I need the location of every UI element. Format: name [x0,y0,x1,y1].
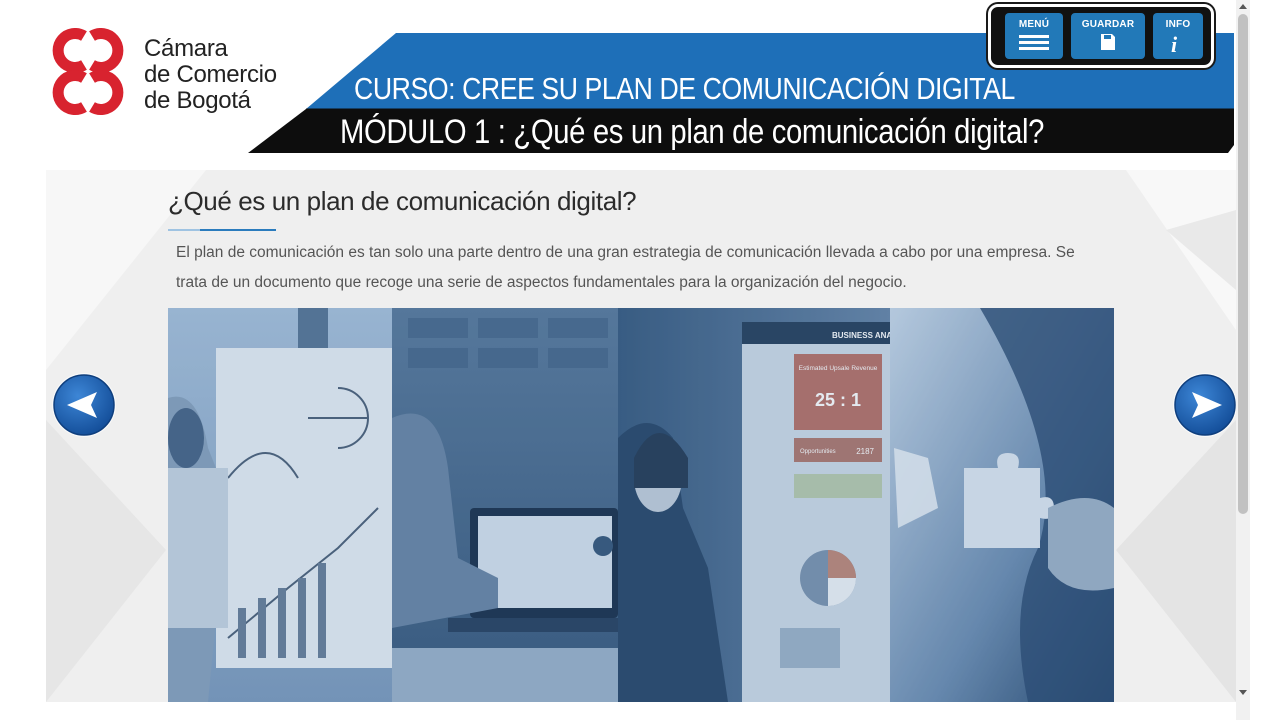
info-icon: i [1171,32,1178,57]
module-title: MÓDULO 1 : ¿Qué es un plan de comunicaci… [340,113,1045,151]
intro-paragraph: El plan de comunicación es tan solo una … [176,244,1075,291]
content-area: ¿Qué es un plan de comunicación digital?… [46,170,1236,702]
arrow-left-icon [52,373,116,437]
save-label: GUARDAR [1081,19,1135,30]
info-button[interactable]: INFO i [1153,13,1203,59]
course-title: CURSO: CREE SU PLAN DE COMUNICACIÓN DIGI… [354,71,1015,106]
prev-slide-button[interactable] [51,372,117,438]
toolbar: MENÚ GUARDAR INFO i [988,4,1214,68]
header: Cámara de Comercio de Bogotá CURSO: CREE… [0,0,1236,170]
hero-collage: BUSINESS ANAL Estimated Upsale Revenue 2… [168,308,1114,702]
save-button[interactable]: GUARDAR [1071,13,1145,59]
menu-button[interactable]: MENÚ [1005,13,1063,59]
logo-mark-icon [52,28,124,115]
title-underline-light [168,229,200,231]
page-title: ¿Qué es un plan de comunicación digital? [168,186,637,216]
scrollbar-thumb[interactable] [1238,14,1248,514]
scroll-up-icon[interactable] [1239,4,1247,9]
info-label: INFO [1165,19,1191,30]
scroll-down-icon[interactable] [1239,690,1247,695]
next-slide-button[interactable] [1172,372,1236,438]
floppy-disk-icon [1101,34,1115,50]
arrow-right-icon [1173,373,1236,437]
hero-image: BUSINESS ANAL Estimated Upsale Revenue 2… [168,308,1114,702]
title-underline [200,229,276,231]
menu-label: MENÚ [1018,19,1050,30]
vertical-scrollbar[interactable] [1236,0,1250,720]
hamburger-icon [1019,35,1049,51]
